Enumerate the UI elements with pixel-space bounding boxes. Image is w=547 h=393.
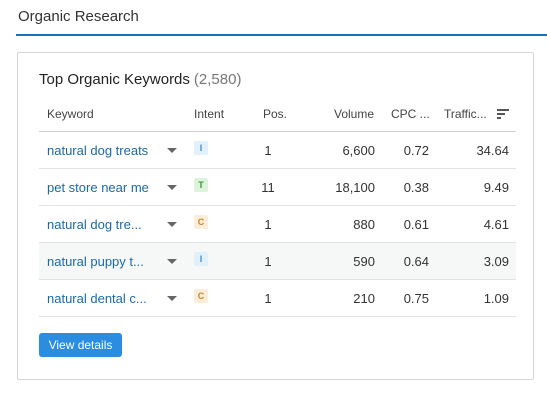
column-cpc[interactable]: CPC ...: [391, 107, 430, 121]
position-value: 1: [264, 143, 272, 158]
column-pos[interactable]: Pos.: [263, 107, 287, 121]
table-row: natural puppy t... I 1 590 0.64 3.09: [39, 243, 516, 280]
column-volume[interactable]: Volume: [334, 107, 374, 121]
traffic-value: 3.09: [483, 254, 509, 269]
intent-badge: I: [194, 141, 208, 155]
volume-value: 590: [353, 254, 375, 269]
chevron-down-icon[interactable]: [167, 222, 177, 227]
column-keyword[interactable]: Keyword: [47, 107, 94, 121]
keyword-count: (2,580): [193, 71, 242, 88]
sort-icon[interactable]: [497, 109, 509, 119]
keyword-link[interactable]: natural dental c...: [47, 291, 147, 306]
intent-badge: I: [194, 252, 208, 266]
chevron-down-icon[interactable]: [167, 296, 177, 301]
table-row: natural dog treats I 1 6,600 0.72 34.64: [39, 132, 516, 169]
chevron-down-icon[interactable]: [167, 259, 177, 264]
traffic-value: 34.64: [476, 143, 509, 158]
position-value: 1: [264, 217, 272, 232]
position-value: 11: [261, 180, 275, 195]
keywords-table: Keyword Intent Pos. Volume CPC ... Traff…: [39, 95, 516, 317]
traffic-value: 9.49: [483, 180, 509, 195]
cpc-value: 0.72: [403, 143, 429, 158]
table-row: natural dental c... C 1 210 0.75 1.09: [39, 280, 516, 317]
volume-value: 210: [353, 291, 375, 306]
cpc-value: 0.61: [403, 217, 429, 232]
traffic-value: 4.61: [483, 217, 509, 232]
view-details-button[interactable]: View details: [39, 333, 122, 357]
header-divider: [16, 34, 547, 36]
column-intent[interactable]: Intent: [194, 107, 224, 121]
traffic-value: 1.09: [483, 291, 509, 306]
chevron-down-icon[interactable]: [167, 148, 177, 153]
volume-value: 6,600: [342, 143, 375, 158]
intent-badge: C: [194, 215, 208, 229]
volume-value: 880: [353, 217, 375, 232]
intent-badge: C: [194, 289, 208, 303]
position-value: 1: [264, 291, 272, 306]
card-title-text: Top Organic Keywords: [39, 71, 190, 88]
chevron-down-icon[interactable]: [167, 185, 177, 190]
keyword-link[interactable]: natural dog tre...: [47, 217, 142, 232]
cpc-value: 0.64: [403, 254, 429, 269]
keyword-link[interactable]: natural dog treats: [47, 143, 148, 158]
card-title: Top Organic Keywords (2,580): [39, 71, 241, 88]
volume-value: 18,100: [335, 180, 375, 195]
page-title: Organic Research: [18, 8, 139, 25]
table-header: Keyword Intent Pos. Volume CPC ... Traff…: [39, 95, 516, 132]
table-row: pet store near me T 11 18,100 0.38 9.49: [39, 169, 516, 206]
column-traffic[interactable]: Traffic...: [444, 107, 487, 121]
intent-badge: T: [194, 178, 208, 192]
table-row: natural dog tre... C 1 880 0.61 4.61: [39, 206, 516, 243]
top-keywords-card: Top Organic Keywords (2,580) Keyword Inte…: [17, 52, 534, 380]
keyword-link[interactable]: pet store near me: [47, 180, 149, 195]
keyword-link[interactable]: natural puppy t...: [47, 254, 144, 269]
cpc-value: 0.38: [403, 180, 429, 195]
cpc-value: 0.75: [403, 291, 429, 306]
position-value: 1: [264, 254, 272, 269]
